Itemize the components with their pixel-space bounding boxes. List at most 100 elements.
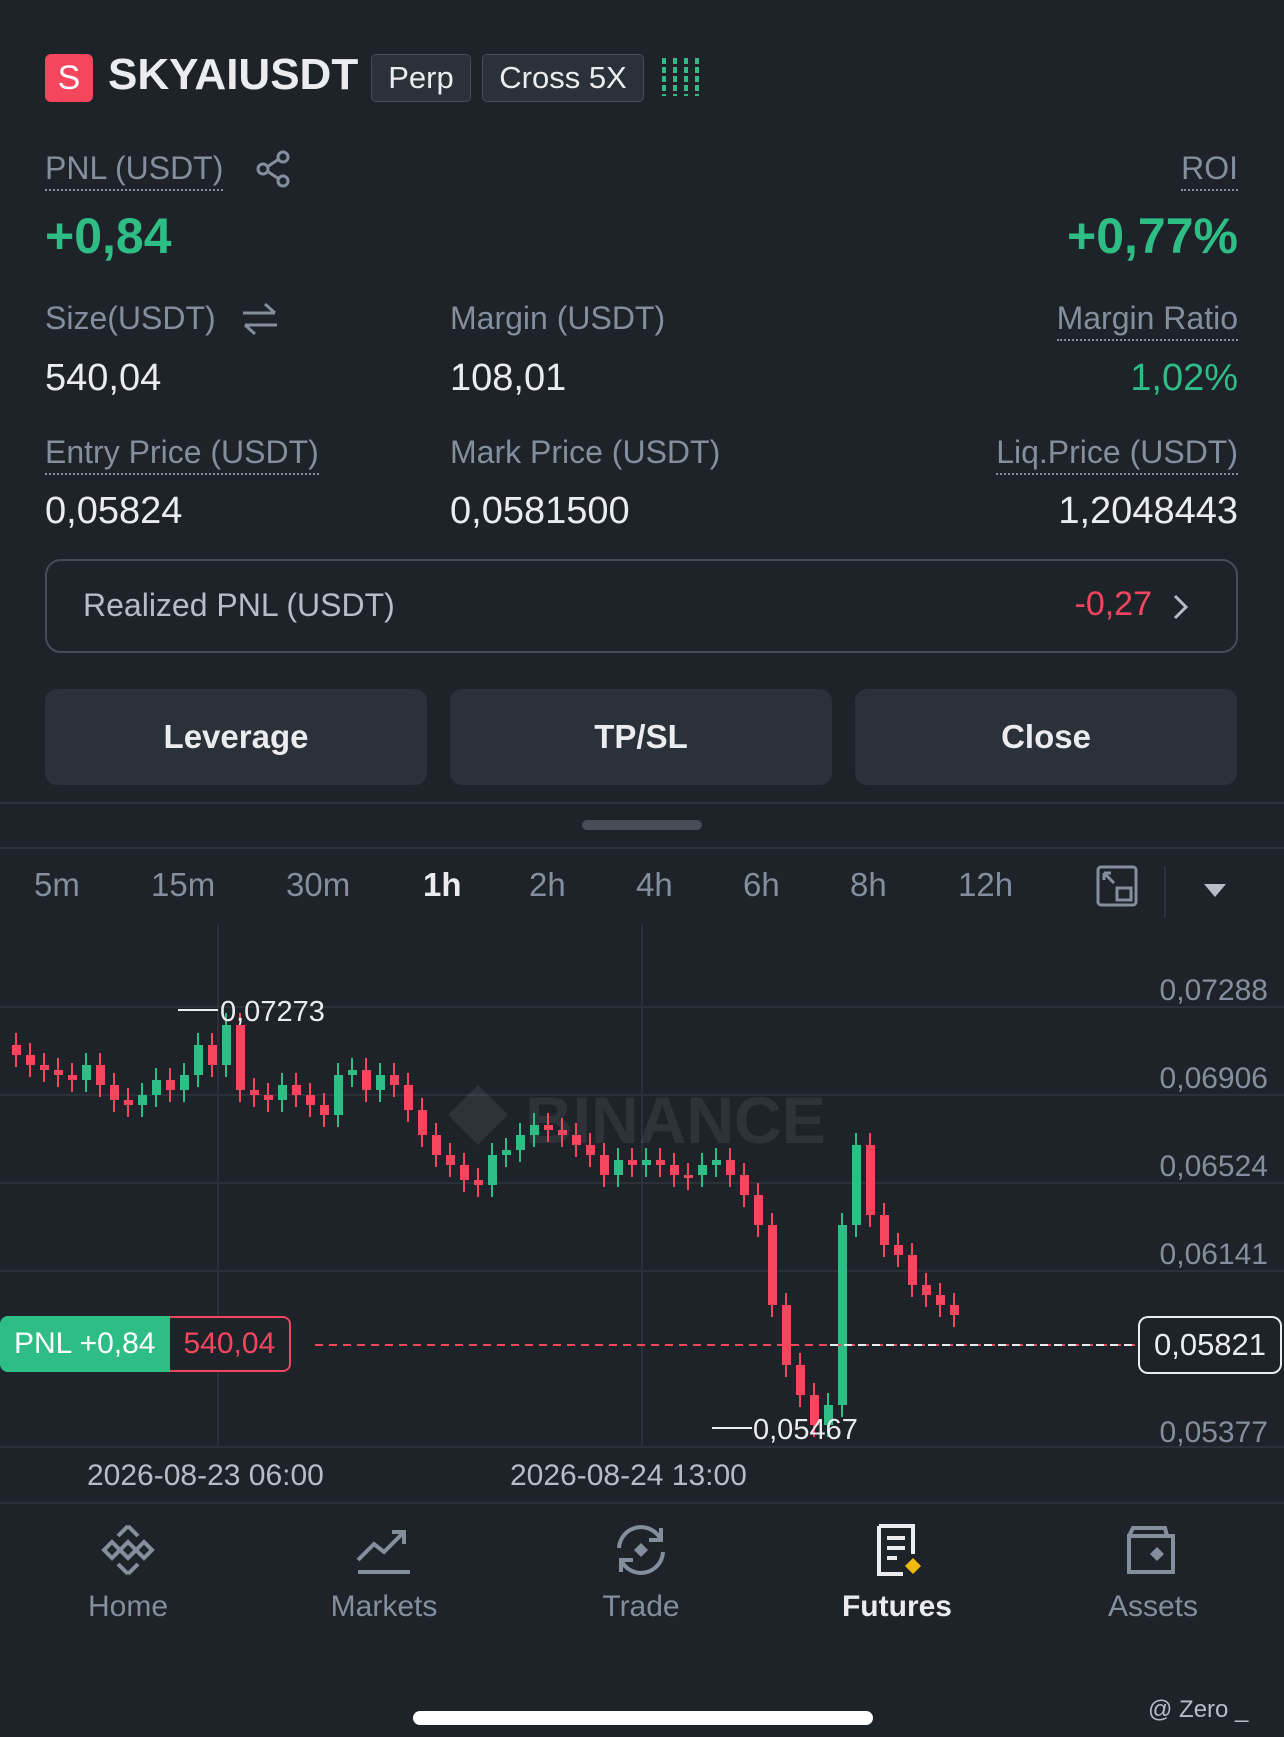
candle-body (950, 1305, 959, 1315)
low-label: 0,05467 (753, 1414, 858, 1446)
candle-body (894, 1245, 903, 1255)
candle-body (166, 1080, 175, 1090)
liq-price-value: 1,2048443 (1058, 490, 1238, 532)
timeframe-1h[interactable]: 1h (423, 866, 462, 904)
nav-home[interactable]: Home (28, 1520, 228, 1624)
candle-body (446, 1155, 455, 1165)
y-label-4: 0,06141 (1160, 1238, 1268, 1271)
entry-price-value: 0,05824 (45, 490, 183, 532)
candle-body (292, 1085, 301, 1095)
candle-body (908, 1255, 917, 1285)
share-icon[interactable] (255, 150, 291, 188)
margin-value: 108,01 (450, 357, 567, 399)
timeframe-12h[interactable]: 12h (958, 866, 1013, 904)
candle-body (26, 1055, 35, 1065)
candle-body (642, 1160, 651, 1165)
candle-body (432, 1135, 441, 1155)
watermark-text: BINANCE (525, 1083, 826, 1157)
wallet-icon (1127, 1526, 1175, 1574)
timeframe-15m[interactable]: 15m (151, 866, 215, 904)
drag-handle[interactable] (582, 820, 702, 830)
candle-body (236, 1025, 245, 1090)
dropdown-arrow-icon[interactable] (1204, 884, 1226, 898)
tpsl-button[interactable]: TP/SL (450, 689, 832, 785)
candle-body (614, 1160, 623, 1175)
candle-body (726, 1160, 735, 1175)
candle-body (880, 1215, 889, 1245)
candle-body (628, 1160, 637, 1165)
entry-price-label[interactable]: Entry Price (USDT) (45, 434, 319, 475)
candle-body (782, 1305, 791, 1365)
candle-body (40, 1065, 49, 1070)
exchange-icon (617, 1525, 665, 1575)
candle-body (544, 1125, 553, 1130)
symbol-badge: S (45, 54, 93, 102)
candle-body (180, 1075, 189, 1090)
candle-body (670, 1165, 679, 1175)
mark-price-label: Mark Price (USDT) (450, 434, 721, 470)
candle-body (474, 1180, 483, 1185)
nav-assets-label: Assets (1107, 1590, 1199, 1623)
candle-body (768, 1225, 777, 1305)
y-label-2: 0,06906 (1160, 1062, 1268, 1095)
mark-price-value: 0,0581500 (450, 490, 630, 532)
nav-assets[interactable]: Assets (1053, 1520, 1253, 1624)
candle-body (712, 1160, 721, 1165)
candle-body (194, 1045, 203, 1075)
candle-body (362, 1070, 371, 1090)
candle-body (656, 1160, 665, 1165)
nav-futures-label: Futures (841, 1590, 952, 1623)
timeframe-6h[interactable]: 6h (743, 866, 780, 904)
candle-body (306, 1095, 315, 1105)
candle-body (124, 1100, 133, 1105)
candle-body (852, 1145, 861, 1225)
nav-markets-label: Markets (330, 1590, 438, 1623)
candle-body (320, 1105, 329, 1115)
close-button[interactable]: Close (855, 689, 1237, 785)
timeframe-30m[interactable]: 30m (286, 866, 350, 904)
timeframe-5m[interactable]: 5m (34, 866, 80, 904)
timeframe-8h[interactable]: 8h (850, 866, 887, 904)
candle-body (12, 1045, 21, 1055)
x-label-1: 2026-08-23 06:00 (87, 1459, 324, 1492)
candle-body (376, 1075, 385, 1090)
candle-body (698, 1165, 707, 1175)
realized-pnl-row[interactable]: Realized PNL (USDT) -0,27 (45, 559, 1238, 653)
swap-icon[interactable] (241, 302, 279, 336)
candle-body (502, 1150, 511, 1155)
fullscreen-icon[interactable] (1095, 864, 1139, 908)
signal-bars-icon (662, 58, 699, 96)
pnl-label[interactable]: PNL (USDT) (45, 150, 224, 191)
leverage-button[interactable]: Leverage (45, 689, 427, 785)
candle-body (250, 1090, 259, 1095)
candlestick-chart[interactable]: BINANCE 0,07273 0,05467 0,07288 0,06906 … (0, 925, 1284, 1465)
position-pnl-tag[interactable]: PNL +0,84 540,04 (0, 1316, 292, 1372)
liq-price-label[interactable]: Liq.Price (USDT) (996, 434, 1238, 475)
candle-body (334, 1075, 343, 1115)
margin-mode-tag[interactable]: Cross 5X (482, 54, 644, 102)
candle-body (838, 1225, 847, 1405)
home-indicator[interactable] (413, 1711, 873, 1725)
candle-body (600, 1155, 609, 1175)
candle-body (418, 1110, 427, 1135)
nav-trade[interactable]: Trade (541, 1520, 741, 1624)
candle-body (152, 1080, 161, 1095)
timeframe-4h[interactable]: 4h (636, 866, 673, 904)
roi-label[interactable]: ROI (1181, 150, 1238, 191)
symbol-name[interactable]: SKYAIUSDT (108, 50, 358, 100)
y-label-1: 0,07288 (1160, 974, 1268, 1007)
high-label: 0,07273 (220, 996, 325, 1028)
candle-body (740, 1175, 749, 1195)
nav-futures[interactable]: Futures (797, 1520, 997, 1624)
candle-body (138, 1095, 147, 1105)
chevron-right-icon (1173, 594, 1189, 620)
candle-body (110, 1085, 119, 1100)
candle-body (936, 1295, 945, 1305)
candle-body (264, 1095, 273, 1100)
nav-markets[interactable]: Markets (284, 1520, 484, 1624)
credit-text: @ Zero _ (1148, 1696, 1249, 1723)
candle-body (754, 1195, 763, 1225)
margin-ratio-label[interactable]: Margin Ratio (1056, 300, 1238, 341)
timeframe-2h[interactable]: 2h (529, 866, 566, 904)
y-label-6: 0,05377 (1160, 1416, 1268, 1449)
